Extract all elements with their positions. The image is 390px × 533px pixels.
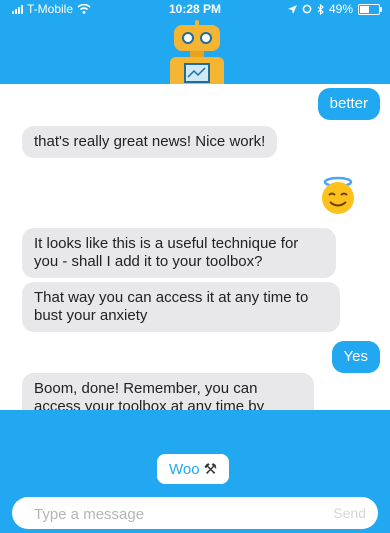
alarm-icon: [302, 4, 312, 14]
battery-percent: 49%: [328, 2, 353, 16]
user-message: better: [317, 88, 380, 120]
app-header: T-Mobile 10:28 PM 49%: [0, 0, 390, 84]
send-button[interactable]: Send: [333, 505, 366, 521]
bot-message: that's really great news! Nice work!: [22, 126, 278, 158]
user-message: Yes: [331, 341, 380, 373]
smiling-face-with-halo-icon: [322, 176, 354, 214]
message-input[interactable]: [32, 502, 316, 526]
hammer-and-pick-icon: ⚒: [203, 461, 218, 478]
battery-icon: [358, 3, 382, 15]
bluetooth-icon: [317, 3, 324, 15]
robot-mascot-icon: [168, 20, 228, 84]
status-bar: T-Mobile 10:28 PM 49%: [0, 0, 390, 18]
quick-reply-label: Woo: [169, 460, 200, 478]
location-icon: [287, 4, 297, 14]
chat-thread: better that's really great news! Nice wo…: [0, 84, 390, 444]
quick-reply-button[interactable]: Woo ⚒: [157, 454, 230, 484]
message-input-bar: Send: [12, 497, 378, 529]
composer-area: Woo ⚒ Send: [0, 410, 390, 533]
bot-message: That way you can access it at any time t…: [22, 282, 340, 332]
bot-message: It looks like this is a useful technique…: [22, 228, 336, 278]
